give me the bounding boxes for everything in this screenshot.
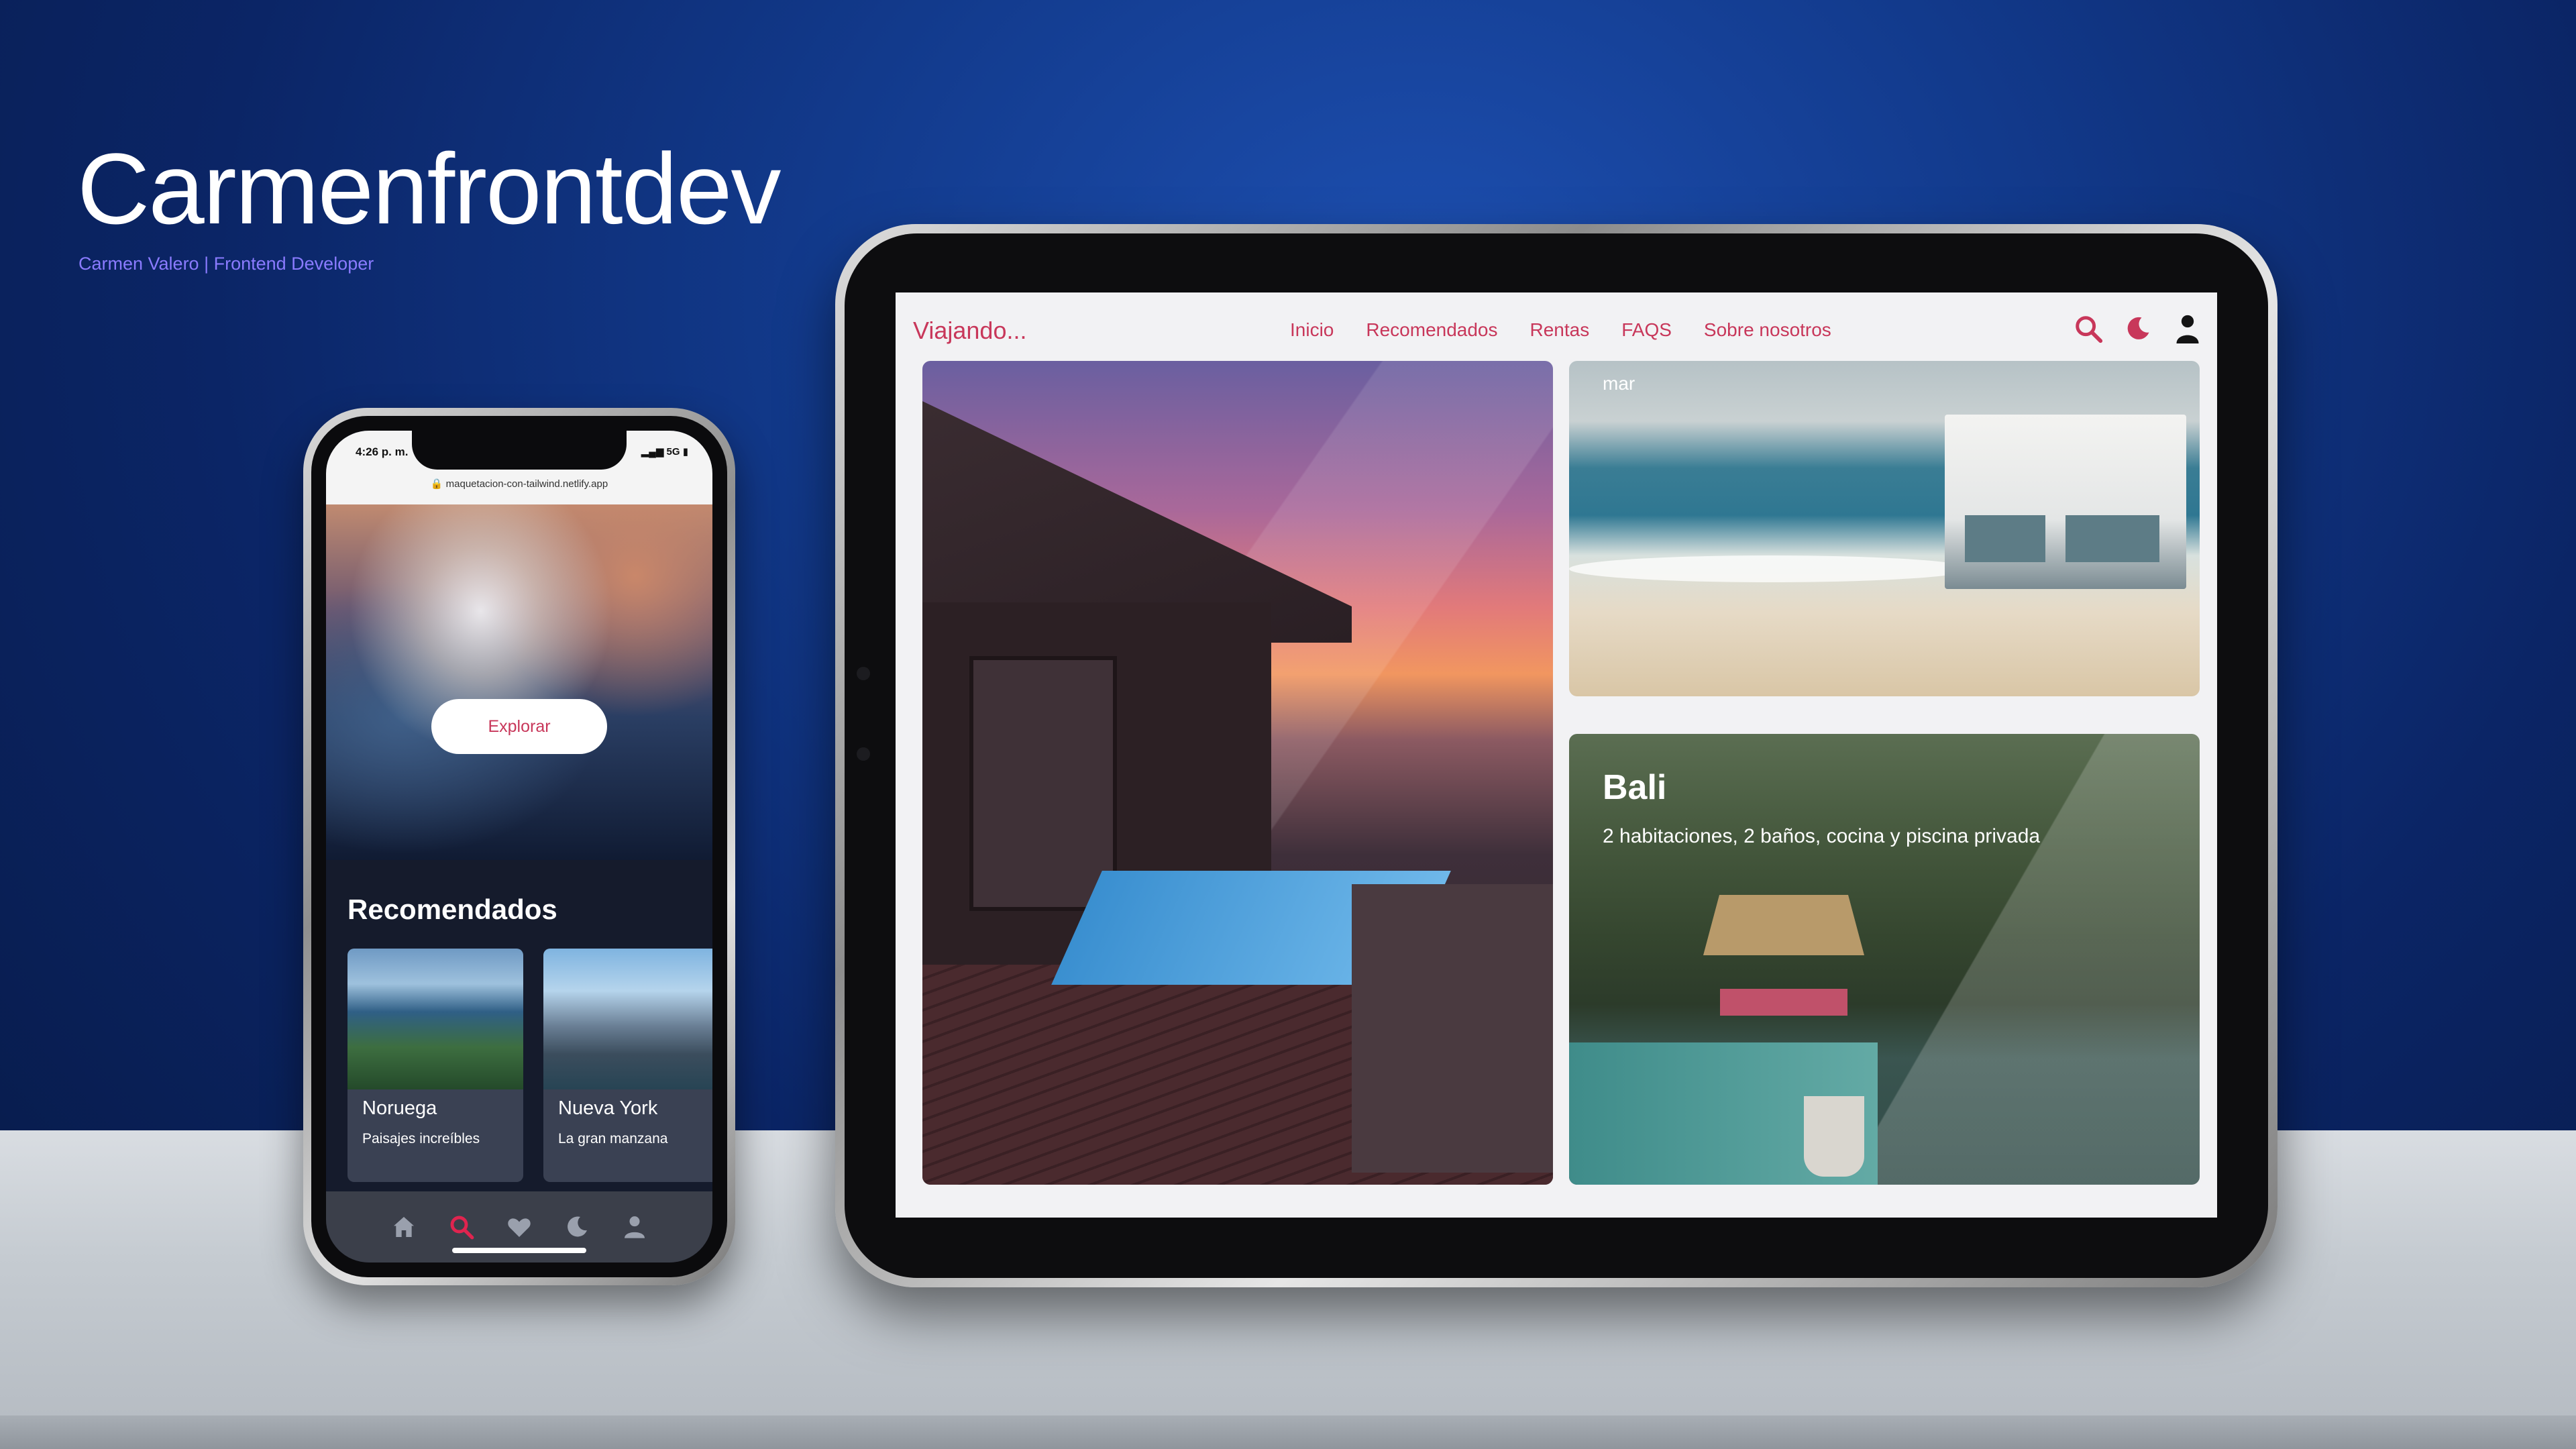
site-logo[interactable]: Viajando... xyxy=(913,317,1026,345)
user-icon[interactable] xyxy=(619,1211,651,1243)
house-window xyxy=(969,656,1117,911)
phone-screen: 4:26 p. m. ▂▄▆ 5G ▮ 🔒 maquetacion-con-ta… xyxy=(326,431,712,1263)
search-icon[interactable] xyxy=(445,1211,478,1243)
explore-button[interactable]: Explorar xyxy=(431,699,607,754)
battery-icon: ▮ xyxy=(682,446,688,458)
beach-house xyxy=(1945,415,2186,589)
card-subtitle: La gran manzana xyxy=(558,1131,668,1146)
recommended-card-nueva-york[interactable]: Nueva York La gran manzana xyxy=(543,949,712,1182)
nav-links: Inicio Recomendados Rentas FAQS Sobre no… xyxy=(1290,319,1831,341)
card-title: Nueva York xyxy=(558,1097,658,1119)
user-icon[interactable] xyxy=(2171,311,2204,346)
card-bali-description: 2 habitaciones, 2 baños, cocina y piscin… xyxy=(1603,825,2041,847)
nav-link-sobre-nosotros[interactable]: Sobre nosotros xyxy=(1704,319,1831,341)
tablet-sensor xyxy=(857,667,870,680)
recommended-title: Recomendados xyxy=(347,894,557,925)
nav-link-inicio[interactable]: Inicio xyxy=(1290,319,1334,341)
card-mar[interactable]: mar xyxy=(1569,361,2200,696)
wave xyxy=(1569,555,1972,582)
browser-url[interactable]: 🔒 maquetacion-con-tailwind.netlify.app xyxy=(326,478,712,490)
tablet-camera xyxy=(857,747,870,761)
wall-block xyxy=(1352,884,1553,1173)
nav-link-faqs[interactable]: FAQS xyxy=(1621,319,1672,341)
phone-bezel: 4:26 p. m. ▂▄▆ 5G ▮ 🔒 maquetacion-con-ta… xyxy=(311,416,727,1277)
signal-icon: ▂▄▆ xyxy=(641,446,664,458)
card-mar-label: mar xyxy=(1603,373,1635,394)
phone-hero-image xyxy=(326,504,712,860)
nav-link-recomendados[interactable]: Recomendados xyxy=(1366,319,1497,341)
card-title: Noruega xyxy=(362,1097,437,1119)
house-window xyxy=(2065,515,2159,562)
moon-icon[interactable] xyxy=(561,1211,593,1243)
house-window xyxy=(1965,515,2045,562)
moon-icon[interactable] xyxy=(2122,311,2154,346)
card-image xyxy=(543,949,712,1089)
table-edge xyxy=(0,1415,2576,1449)
planter xyxy=(1804,1096,1864,1177)
gazebo-roof xyxy=(1703,895,1864,955)
search-icon[interactable] xyxy=(2072,311,2104,346)
status-network: 5G xyxy=(666,446,680,458)
phone-notch xyxy=(412,431,627,470)
browser-url-text: maquetacion-con-tailwind.netlify.app xyxy=(445,478,608,490)
home-indicator xyxy=(452,1248,586,1253)
nav-icons xyxy=(2072,311,2204,346)
heart-icon[interactable] xyxy=(503,1211,535,1243)
recommended-card-noruega[interactable]: Noruega Paisajes increíbles xyxy=(347,949,523,1182)
nav-link-rentas[interactable]: Rentas xyxy=(1530,319,1590,341)
tablet-bezel: Viajando... Inicio Recomendados Rentas F… xyxy=(845,233,2268,1278)
card-bali-title: Bali xyxy=(1603,768,1667,807)
card-bali[interactable]: Bali 2 habitaciones, 2 baños, cocina y p… xyxy=(1569,734,2200,1185)
gazebo-bed xyxy=(1720,989,1847,1016)
card-image xyxy=(347,949,523,1089)
home-icon[interactable] xyxy=(388,1211,420,1243)
brand-title: Carmenfrontdev xyxy=(77,132,781,245)
tablet-screen: Viajando... Inicio Recomendados Rentas F… xyxy=(896,292,2217,1218)
featured-house-image[interactable] xyxy=(922,361,1553,1185)
phone-device: 4:26 p. m. ▂▄▆ 5G ▮ 🔒 maquetacion-con-ta… xyxy=(303,408,735,1285)
status-signal: ▂▄▆ 5G ▮ xyxy=(641,445,688,458)
lock-icon: 🔒 xyxy=(430,478,443,490)
status-time: 4:26 p. m. xyxy=(356,445,409,458)
card-subtitle: Paisajes increíbles xyxy=(362,1131,480,1146)
tablet-navbar: Viajando... Inicio Recomendados Rentas F… xyxy=(896,292,2217,360)
brand-subtitle: Carmen Valero | Frontend Developer xyxy=(78,254,374,274)
tablet-device: Viajando... Inicio Recomendados Rentas F… xyxy=(835,224,2277,1287)
